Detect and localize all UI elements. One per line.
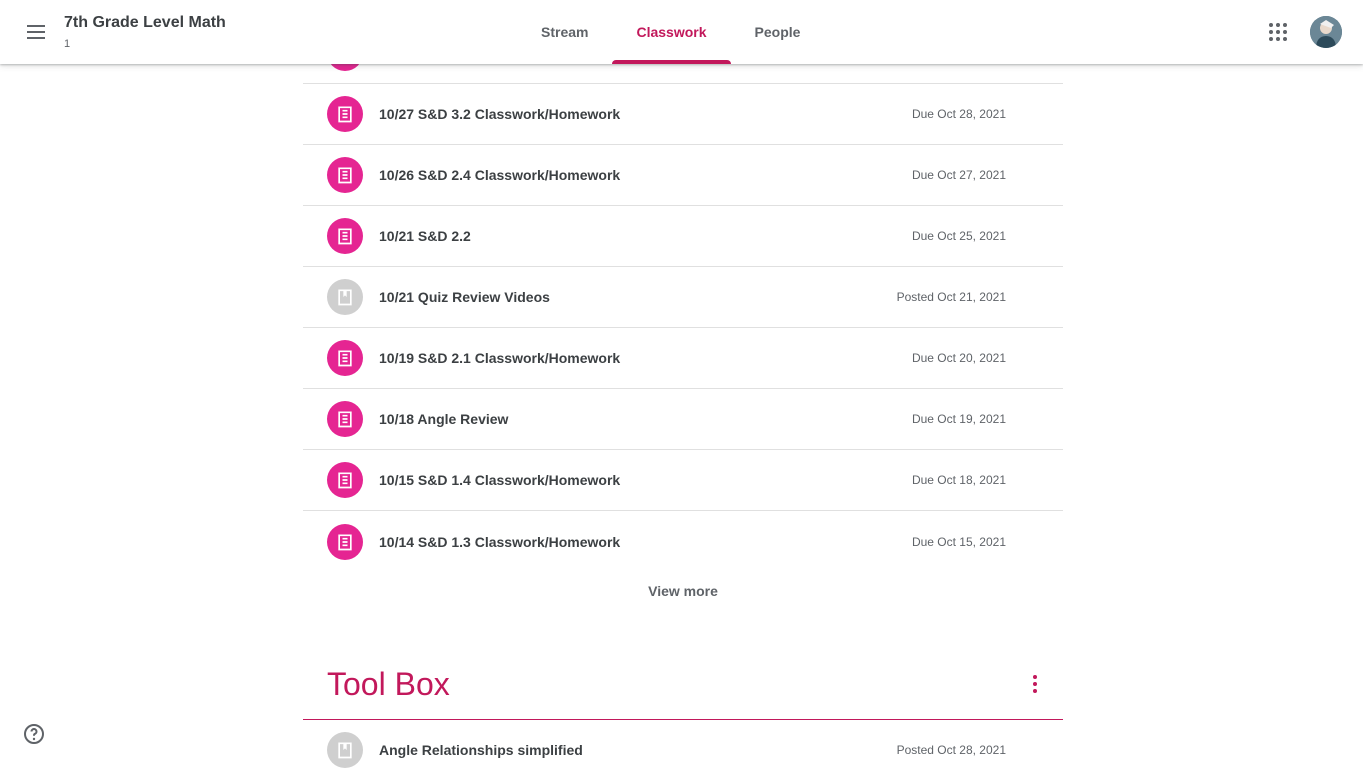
assignment-icon — [327, 218, 363, 254]
classwork-item-title: 10/15 S&D 1.4 Classwork/Homework — [379, 472, 621, 488]
classwork-item-title: 10/21 S&D 2.2 — [379, 228, 471, 244]
classwork-item[interactable]: 10/21 Quiz Review Videos Posted Oct 21, … — [303, 267, 1063, 328]
assignment-icon — [327, 340, 363, 376]
assignment-icon — [327, 96, 363, 132]
assignment-icon — [327, 157, 363, 193]
classwork-item[interactable]: 10/19 S&D 2.1 Classwork/Homework Due Oct… — [303, 328, 1063, 389]
class-section: 1 — [64, 38, 71, 50]
topic-header: Tool Box — [303, 648, 1063, 720]
classwork-item-date: Due Oct 25, 2021 — [911, 229, 1006, 243]
assignment-icon — [327, 523, 363, 560]
classwork-item-title: 10/21 Quiz Review Videos — [379, 289, 550, 305]
topic-item-date: Posted Oct 28, 2021 — [896, 742, 1006, 757]
classwork-item-date: Due Oct 18, 2021 — [911, 473, 1006, 487]
menu-icon[interactable] — [16, 12, 56, 52]
classwork-item-date: Posted Oct 21, 2021 — [896, 290, 1006, 304]
classwork-item-date: Due Oct 28, 2021 — [911, 107, 1006, 121]
avatar[interactable] — [1310, 16, 1342, 48]
view-more-label: View more — [648, 583, 718, 599]
classwork-item-date: Due Oct 15, 2021 — [911, 534, 1006, 549]
classwork-item-title: 10/26 S&D 2.4 Classwork/Homework — [379, 167, 621, 183]
classwork-item[interactable]: 10/18 Angle Review Due Oct 19, 2021 — [303, 389, 1063, 450]
material-icon — [327, 279, 363, 315]
assignment-icon — [327, 401, 363, 437]
assignment-icon — [327, 462, 363, 498]
class-title[interactable]: 7th Grade Level Math — [64, 14, 226, 32]
topic-title: Tool Box — [327, 666, 450, 702]
apps-grid-icon[interactable] — [1258, 12, 1298, 52]
top-app-bar: 7th Grade Level Math 1 Stream Classwork … — [0, 0, 1363, 64]
help-icon[interactable] — [22, 722, 46, 746]
classwork-item-date: Due Oct 27, 2021 — [911, 168, 1006, 182]
classwork-item[interactable]: 10/15 S&D 1.4 Classwork/Homework Due Oct… — [303, 450, 1063, 511]
view-more-button[interactable]: View more — [303, 583, 1063, 599]
material-icon — [327, 731, 363, 768]
tab-classwork[interactable]: Classwork — [612, 0, 731, 64]
classwork-item[interactable]: 10/27 S&D 3.2 Classwork/Homework Due Oct… — [303, 84, 1063, 145]
classwork-item-date: Due Oct 20, 2021 — [911, 351, 1006, 365]
classwork-item[interactable]: 10/21 S&D 2.2 Due Oct 25, 2021 — [303, 206, 1063, 267]
classwork-item-date: Due Oct 19, 2021 — [911, 412, 1006, 426]
more-vert-icon[interactable] — [1023, 672, 1047, 696]
classwork-item-title: 10/14 S&D 1.3 Classwork/Homework — [379, 533, 621, 550]
classwork-item-title: 10/19 S&D 2.1 Classwork/Homework — [379, 350, 621, 366]
topic-item-title: Angle Relationships simplified — [379, 741, 583, 758]
classwork-item-title: 10/18 Angle Review — [379, 411, 509, 427]
tab-bar: Stream Classwork People — [517, 0, 824, 64]
topic-item[interactable]: Angle Relationships simplified Posted Oc… — [303, 719, 1063, 780]
tab-people[interactable]: People — [731, 0, 825, 64]
classwork-item[interactable]: 10/14 S&D 1.3 Classwork/Homework Due Oct… — [303, 511, 1063, 572]
tab-stream[interactable]: Stream — [517, 0, 612, 64]
classwork-item[interactable]: 10/26 S&D 2.4 Classwork/Homework Due Oct… — [303, 145, 1063, 206]
classwork-item-title: 10/27 S&D 3.2 Classwork/Homework — [379, 106, 621, 122]
